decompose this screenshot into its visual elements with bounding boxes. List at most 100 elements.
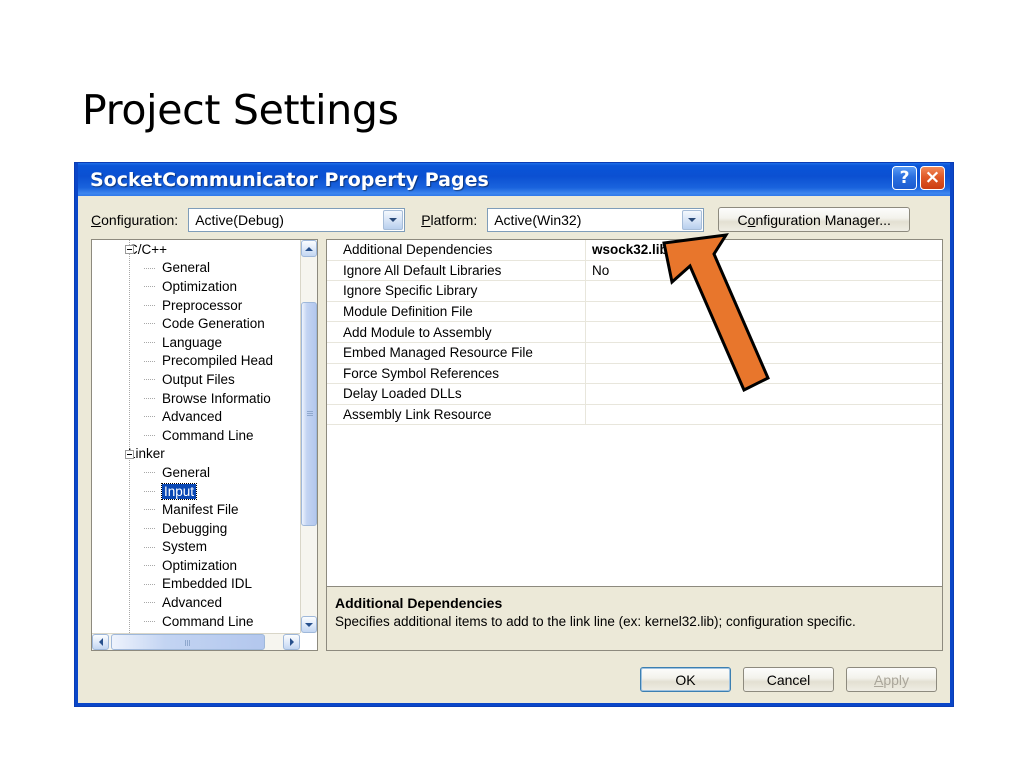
dialog-title: SocketCommunicator Property Pages — [90, 168, 489, 191]
property-value[interactable]: wsock32.lib — [585, 240, 942, 260]
tree-item-optimization[interactable]: Optimization — [92, 556, 300, 575]
property-row[interactable]: Delay Loaded DLLs — [327, 384, 942, 405]
platform-label: Platform: — [421, 211, 478, 228]
tree-item-label: Browse Informatio — [162, 390, 271, 406]
tree-item-system[interactable]: System — [92, 538, 300, 557]
tree-item-command-line[interactable]: Command Line — [92, 426, 300, 445]
property-value[interactable] — [585, 404, 942, 425]
scroll-left-icon[interactable] — [92, 634, 109, 650]
tree-branch-line — [144, 360, 156, 362]
cancel-label: Cancel — [766, 671, 811, 688]
slide-canvas: Project Settings SocketCommunicator Prop… — [0, 0, 1024, 768]
tree-branch-line — [144, 546, 156, 548]
tree-branch-line — [144, 472, 156, 474]
property-value[interactable] — [585, 342, 942, 363]
tree-item-embedded-idl[interactable]: Embedded IDL — [92, 575, 300, 594]
tree-item-advanced[interactable]: Advanced — [92, 407, 300, 426]
tree-item-label: Language — [162, 334, 223, 350]
tree-item-general[interactable]: General — [92, 259, 300, 278]
tree-item-label: Advanced — [162, 595, 223, 611]
tree-branch-line — [144, 379, 156, 381]
tree-item-preprocessor[interactable]: Preprocessor — [92, 296, 300, 315]
tree-item-code-generation[interactable]: Code Generation — [92, 314, 300, 333]
tree-item-advanced[interactable]: Advanced — [92, 593, 300, 612]
property-row[interactable]: Module Definition File — [327, 301, 942, 323]
property-name: Ignore Specific Library — [343, 283, 478, 299]
tree-item-label: Command Line — [162, 613, 254, 629]
tree-item-c-c[interactable]: C/C++ — [92, 240, 300, 259]
tree-branch-line — [144, 527, 156, 529]
tree-item-linker[interactable]: Linker — [92, 445, 300, 464]
horizontal-scroll-thumb[interactable] — [111, 634, 265, 650]
close-icon[interactable]: × — [920, 166, 945, 190]
tree-horizontal-scrollbar[interactable] — [92, 633, 300, 650]
tree-item-browse-informatio[interactable]: Browse Informatio — [92, 389, 300, 408]
property-row[interactable]: Add Module to Assembly — [327, 322, 942, 343]
configuration-combobox[interactable]: Active(Debug) — [188, 207, 406, 232]
scroll-up-icon[interactable] — [301, 240, 317, 257]
tree-vertical-scrollbar[interactable] — [300, 240, 317, 633]
chevron-down-icon[interactable] — [383, 209, 404, 230]
close-glyph: × — [924, 166, 941, 188]
cancel-button[interactable]: Cancel — [743, 667, 834, 692]
tree-item-manifest-file[interactable]: Manifest File — [92, 500, 300, 519]
property-value[interactable] — [585, 281, 942, 301]
tree-item-label: General — [162, 260, 211, 276]
configuration-label: Configuration: — [91, 211, 179, 228]
settings-tree-panel[interactable]: C/C++ General Optimization Preprocessor Code… — [91, 239, 318, 651]
tree-item-output-files[interactable]: Output Files — [92, 370, 300, 389]
apply-button: Apply — [846, 667, 937, 692]
tree-item-optimization[interactable]: Optimization — [92, 277, 300, 296]
property-row[interactable]: Ignore All Default Libraries No — [327, 260, 942, 282]
tree-branch-line — [144, 434, 156, 436]
property-name: Add Module to Assembly — [343, 324, 492, 340]
tree-branch-line — [144, 397, 156, 399]
property-row[interactable]: Assembly Link Resource — [327, 404, 942, 426]
expander-collapse-icon[interactable] — [125, 245, 134, 254]
property-value[interactable]: No — [585, 260, 942, 281]
scroll-down-icon[interactable] — [301, 616, 317, 633]
property-name: Additional Dependencies — [343, 242, 493, 258]
tree-item-general[interactable]: General — [92, 463, 300, 482]
tree-branch-line — [144, 490, 156, 492]
tree-item-label: Optimization — [162, 557, 238, 573]
settings-tree[interactable]: C/C++ General Optimization Preprocessor Code… — [92, 240, 300, 633]
property-row[interactable]: Additional Dependencies wsock32.lib — [327, 240, 942, 261]
property-row[interactable]: Ignore Specific Library — [327, 281, 942, 302]
property-value[interactable] — [585, 322, 942, 342]
property-row[interactable]: Embed Managed Resource File — [327, 342, 942, 364]
expander-collapse-icon[interactable] — [125, 449, 134, 459]
property-name: Force Symbol References — [343, 365, 500, 381]
property-grid[interactable]: Additional Dependencies wsock32.lib Ignore… — [327, 240, 942, 586]
chevron-down-icon[interactable] — [682, 209, 703, 230]
platform-value: Active(Win32) — [494, 211, 582, 228]
property-value[interactable] — [585, 301, 942, 322]
tree-item-label: Manifest File — [162, 502, 239, 518]
page-title: Project Settings — [82, 86, 399, 134]
tree-item-language[interactable]: Language — [92, 333, 300, 352]
help-icon[interactable]: ? — [892, 166, 917, 190]
property-name: Ignore All Default Libraries — [343, 262, 502, 278]
platform-combobox[interactable]: Active(Win32) — [487, 207, 705, 232]
ok-button[interactable]: OK — [640, 667, 731, 692]
property-value[interactable] — [585, 363, 942, 384]
tree-item-debugging[interactable]: Debugging — [92, 519, 300, 538]
property-value[interactable] — [585, 384, 942, 404]
tree-item-precompiled-head[interactable]: Precompiled Head — [92, 352, 300, 371]
dialog-titlebar[interactable]: SocketCommunicator Property Pages ? × — [75, 163, 953, 196]
ok-label: OK — [675, 671, 696, 688]
tree-branch-line — [144, 620, 156, 622]
scroll-right-icon[interactable] — [283, 634, 300, 650]
property-row[interactable]: Force Symbol References — [327, 363, 942, 385]
tree-branch-line — [144, 323, 156, 325]
vertical-scroll-thumb[interactable] — [301, 302, 317, 526]
tree-branch-line — [144, 565, 156, 567]
titlebar-buttons: ? × — [892, 166, 945, 190]
tree-item-input[interactable]: Input — [92, 482, 300, 501]
tree-item-command-line[interactable]: Command Line — [92, 612, 300, 631]
configuration-bar: Configuration: Active(Debug) Platform: A… — [91, 207, 911, 232]
configuration-manager-button[interactable]: Configuration Manager... — [718, 207, 911, 232]
tree-branch-line — [144, 602, 156, 604]
dialog-button-bar: OK Cancel Apply — [640, 667, 937, 692]
tree-item-label: General — [162, 464, 211, 480]
